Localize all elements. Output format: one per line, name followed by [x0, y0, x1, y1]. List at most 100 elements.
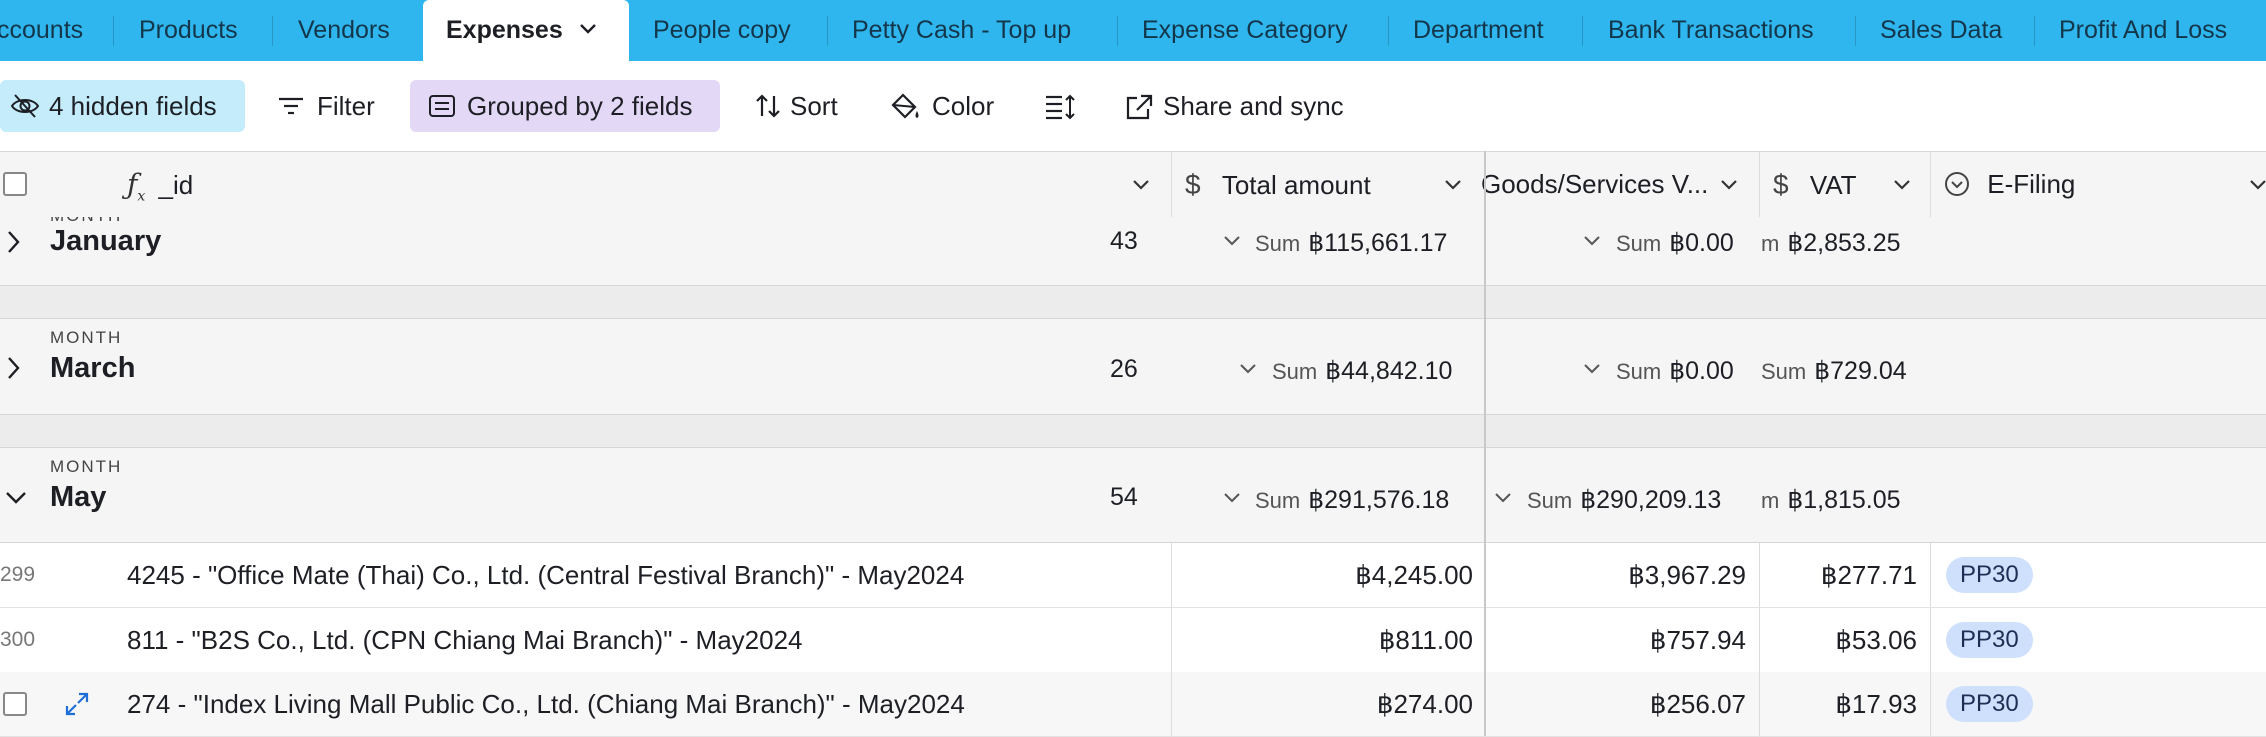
select-all-checkbox[interactable]: [3, 172, 27, 196]
tab-petty-cash[interactable]: Petty Cash - Top up: [852, 0, 1071, 61]
chevron-down-icon[interactable]: [1223, 492, 1241, 504]
row-number: 299: [0, 563, 36, 586]
vat-sum: Sum ฿729.04: [1761, 357, 1907, 385]
color-button[interactable]: Color: [875, 80, 1005, 132]
row-height-icon: [1046, 94, 1075, 120]
column-header-vat[interactable]: $ VAT: [1773, 152, 1857, 217]
tab-expenses[interactable]: Expenses: [423, 0, 629, 61]
chevron-down-icon[interactable]: [1239, 363, 1257, 375]
chevron-down-icon[interactable]: [1223, 235, 1241, 247]
table-row[interactable]: 299 4245 - "Office Mate (Thai) Co., Ltd.…: [0, 543, 2266, 608]
total-amount-cell[interactable]: ฿274.00: [1377, 672, 1473, 736]
chevron-down-icon[interactable]: [1583, 363, 1601, 375]
column-divider: [1759, 608, 1760, 672]
row-number: 300: [0, 628, 36, 651]
group-list-icon: [429, 95, 455, 117]
tab-bank-transactions[interactable]: Bank Transactions: [1608, 0, 1814, 61]
total-amount-cell[interactable]: ฿4,245.00: [1355, 543, 1473, 607]
total-amount-sum: Sum ฿291,576.18: [1255, 486, 1450, 514]
tab-products[interactable]: Products: [139, 0, 238, 61]
vat-cell[interactable]: ฿17.93: [1835, 672, 1917, 736]
goods-services-sum: Sum ฿0.00: [1616, 229, 1734, 257]
hidden-fields-button[interactable]: 4 hidden fields: [0, 80, 245, 132]
e-filing-tag[interactable]: PP30: [1946, 622, 2033, 658]
color-label: Color: [932, 91, 995, 121]
hidden-fields-label: 4 hidden fields: [49, 91, 217, 121]
sort-arrows-icon: [756, 94, 780, 118]
view-toolbar: 4 hidden fields Filter Grouped by 2 fiel…: [0, 61, 2266, 151]
vat-cell[interactable]: ฿277.71: [1821, 543, 1917, 607]
record-id-cell[interactable]: 4245 - "Office Mate (Thai) Co., Ltd. (Ce…: [127, 543, 964, 607]
chevron-down-icon[interactable]: [1443, 178, 1463, 192]
record-id-cell[interactable]: 811 - "B2S Co., Ltd. (CPN Chiang Mai Bra…: [127, 608, 803, 672]
column-divider: [1759, 543, 1760, 607]
chevron-right-icon[interactable]: [6, 229, 22, 255]
sort-label: Sort: [790, 91, 838, 121]
chevron-right-icon[interactable]: [6, 355, 22, 381]
record-id-cell[interactable]: 274 - "Index Living Mall Public Co., Ltd…: [127, 672, 965, 736]
tab-sales-data[interactable]: Sales Data: [1880, 0, 2002, 61]
total-amount-sum: Sum ฿44,842.10: [1272, 357, 1453, 385]
total-amount-cell[interactable]: ฿811.00: [1379, 608, 1473, 672]
table-row[interactable]: 300 811 - "B2S Co., Ltd. (CPN Chiang Mai…: [0, 608, 2266, 673]
group-count: 54: [1110, 483, 1138, 511]
eye-slash-icon: [10, 94, 40, 118]
group-button[interactable]: Grouped by 2 fields: [410, 80, 720, 132]
group-name: May: [50, 481, 107, 513]
group-spacer: [0, 286, 2266, 319]
group-header-march[interactable]: MONTH March 26 Sum ฿44,842.10 Sum ฿0.00 Su…: [0, 319, 2266, 415]
currency-icon: $: [1773, 169, 1789, 200]
goods-services-cell[interactable]: ฿256.07: [1650, 672, 1746, 736]
column-divider: [1930, 672, 1931, 736]
chevron-down-icon[interactable]: [578, 22, 598, 36]
column-divider: [1171, 608, 1172, 672]
vat-sum: m ฿1,815.05: [1761, 486, 1901, 514]
tab-profit-and-loss[interactable]: Profit And Loss: [2059, 0, 2227, 61]
goods-services-cell[interactable]: ฿757.94: [1650, 608, 1746, 672]
chevron-down-icon[interactable]: [1583, 235, 1601, 247]
filter-button[interactable]: Filter: [265, 80, 395, 132]
group-name: January: [50, 225, 162, 257]
column-header-goods-services[interactable]: Goods/Services V...: [1481, 152, 1708, 217]
expand-record-icon[interactable]: [64, 691, 90, 717]
single-select-icon: [1945, 172, 1969, 197]
column-divider: [1930, 543, 1931, 607]
tab-divider: [1388, 16, 1389, 46]
group-label: Grouped by 2 fields: [467, 91, 693, 121]
tab-department[interactable]: Department: [1413, 0, 1544, 61]
row-height-button[interactable]: [1030, 80, 1090, 132]
tab-people-copy[interactable]: People copy: [653, 0, 791, 61]
group-count: 26: [1110, 355, 1138, 383]
group-count: 43: [1110, 227, 1138, 255]
group-spacer: [0, 415, 2266, 448]
e-filing-tag[interactable]: PP30: [1946, 686, 2033, 722]
row-checkbox[interactable]: [3, 692, 27, 716]
group-header-january[interactable]: MONTH January 43 Sum฿115,661.17 Sum฿0.00…: [0, 217, 2266, 286]
table-row-hovered[interactable]: 274 - "Index Living Mall Public Co., Ltd…: [0, 672, 2266, 737]
chevron-down-icon[interactable]: [2248, 178, 2266, 192]
e-filing-tag[interactable]: PP30: [1946, 557, 2033, 593]
group-name: March: [50, 352, 136, 384]
column-header-e-filing[interactable]: E-Filing: [1944, 152, 2075, 217]
tab-divider: [827, 16, 828, 46]
grid-header: ƒx _id $ Total amount Goods/Services V..…: [0, 151, 2266, 218]
chevron-down-icon[interactable]: [1892, 178, 1912, 192]
tab-expense-category[interactable]: Expense Category: [1142, 0, 1348, 61]
share-sync-button[interactable]: Share and sync: [1112, 80, 1362, 132]
vat-cell[interactable]: ฿53.06: [1835, 608, 1917, 672]
column-header-total-amount[interactable]: $ Total amount: [1185, 152, 1371, 217]
chevron-down-icon[interactable]: [1719, 178, 1739, 192]
group-header-may[interactable]: MONTH May 54 Sum ฿291,576.18 Sum ฿290,209.…: [0, 448, 2266, 543]
chevron-down-icon[interactable]: [1494, 492, 1512, 504]
tab-accounts[interactable]: ccounts: [0, 0, 83, 61]
share-sync-label: Share and sync: [1163, 91, 1344, 121]
sort-button[interactable]: Sort: [740, 80, 855, 132]
frozen-column-divider[interactable]: [1484, 151, 1486, 736]
column-divider: [1930, 608, 1931, 672]
chevron-down-icon[interactable]: [4, 490, 28, 506]
tab-vendors[interactable]: Vendors: [298, 0, 390, 61]
column-divider: [1171, 543, 1172, 607]
column-header-id[interactable]: ƒx _id: [127, 152, 193, 217]
chevron-down-icon[interactable]: [1131, 178, 1151, 192]
goods-services-cell[interactable]: ฿3,967.29: [1628, 543, 1746, 607]
